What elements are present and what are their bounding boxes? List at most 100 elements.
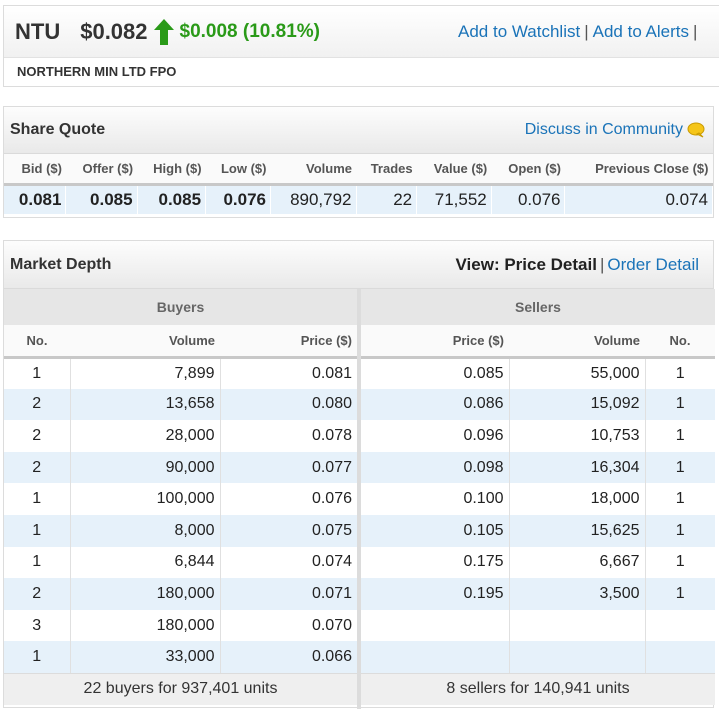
quote-header-row: Bid ($) Offer ($) High ($) Low ($) Volum… xyxy=(4,154,713,186)
table-cell: 0.080 xyxy=(220,388,357,421)
low-value: 0.076 xyxy=(205,184,271,214)
table-cell: 1 xyxy=(645,483,715,515)
volume-value: 890,792 xyxy=(270,184,357,214)
col-offer: Offer ($) xyxy=(65,154,138,186)
view-separator: | xyxy=(599,255,605,274)
price-bar: NTU $0.082 $0.008 (10.81%) Add to Watchl… xyxy=(4,6,719,58)
stock-header: NTU $0.082 $0.008 (10.81%) Add to Watchl… xyxy=(3,5,719,87)
table-cell: 1 xyxy=(645,357,715,389)
table-cell xyxy=(361,609,510,642)
ticker-symbol: NTU xyxy=(15,18,61,44)
buyers-rows: 1 7,899 0.081 2 13,658 0.080 2 28,000 0.078 2 90,0… xyxy=(4,357,357,673)
col-previous-close: Previous Close ($) xyxy=(564,154,713,186)
buyers-summary: 22 buyers for 937,401 units xyxy=(4,672,357,705)
up-arrow-icon xyxy=(153,18,174,45)
table-cell: 1 xyxy=(4,357,71,389)
table-cell xyxy=(509,641,646,673)
col-volume: Volume xyxy=(270,154,357,186)
table-cell: 6,667 xyxy=(509,546,646,579)
buyers-header-row: No. Volume Price ($) xyxy=(4,325,357,359)
table-row: 0.105 15,625 1 xyxy=(361,514,715,547)
table-cell: 0.195 xyxy=(361,578,510,610)
table-row xyxy=(361,641,715,673)
table-cell: 3 xyxy=(4,609,71,642)
sellers-title: Sellers xyxy=(361,289,715,325)
sellers-section: Sellers Price ($) Volume No. 0.085 55,000… xyxy=(361,289,715,705)
table-cell: 0.076 xyxy=(220,483,357,515)
view-switcher: View: Price Detail | Order Detail xyxy=(456,255,699,275)
table-cell: 28,000 xyxy=(70,420,221,452)
table-row: 0.096 10,753 1 xyxy=(361,420,715,452)
table-cell: 0.175 xyxy=(361,546,510,579)
table-cell: 1 xyxy=(645,546,715,579)
link-separator: | xyxy=(693,22,698,41)
col-high: High ($) xyxy=(137,154,206,186)
table-cell: 0.105 xyxy=(361,514,510,547)
buyers-section: Buyers No. Volume Price ($) 1 7,899 0.081 2… xyxy=(4,289,357,705)
offer-value: 0.085 xyxy=(65,184,138,214)
sellers-col-price: Price ($) xyxy=(361,325,509,359)
view-price-detail: View: Price Detail xyxy=(455,255,597,274)
speech-bubble-icon xyxy=(687,122,705,138)
table-cell xyxy=(645,641,715,673)
table-cell: 2 xyxy=(4,451,71,484)
table-cell: 180,000 xyxy=(70,609,221,642)
table-cell: 6,844 xyxy=(70,546,221,579)
share-quote-panel: Share Quote Discuss in Community Bid ($)… xyxy=(3,106,714,218)
quote-values-row: 0.081 0.085 0.085 0.076 890,792 22 71,55… xyxy=(4,184,713,214)
table-cell: 0.070 xyxy=(220,609,357,642)
table-cell: 0.086 xyxy=(361,388,510,421)
buyers-col-volume: Volume xyxy=(70,325,220,359)
add-to-watchlist-link[interactable]: Add to Watchlist xyxy=(458,22,580,41)
table-cell: 15,625 xyxy=(509,514,646,547)
table-row: 1 100,000 0.076 xyxy=(4,483,357,515)
col-trades: Trades xyxy=(356,154,417,186)
table-cell: 0.098 xyxy=(361,451,510,484)
table-cell: 1 xyxy=(645,514,715,547)
sellers-rows: 0.085 55,000 1 0.086 15,092 1 0.096 10,753 1 0.09… xyxy=(361,357,715,673)
table-cell xyxy=(509,609,646,642)
table-cell: 0.066 xyxy=(220,641,357,673)
table-row: 2 13,658 0.080 xyxy=(4,388,357,421)
buyers-col-no: No. xyxy=(4,325,70,359)
table-cell xyxy=(361,641,510,673)
table-cell: 0.077 xyxy=(220,451,357,484)
col-low: Low ($) xyxy=(205,154,271,186)
sellers-table: Price ($) Volume No. 0.085 55,000 1 0.086 15… xyxy=(361,325,715,673)
table-cell: 2 xyxy=(4,388,71,421)
high-value: 0.085 xyxy=(137,184,207,214)
trades-value: 22 xyxy=(356,184,418,214)
table-row: 0.100 18,000 1 xyxy=(361,483,715,515)
table-row: 3 180,000 0.070 xyxy=(4,609,357,642)
table-row xyxy=(361,609,715,642)
table-cell: 0.074 xyxy=(220,546,357,579)
col-value: Value ($) xyxy=(416,154,492,186)
table-cell: 90,000 xyxy=(70,451,221,484)
table-row: 0.085 55,000 1 xyxy=(361,357,715,389)
table-row: 0.175 6,667 1 xyxy=(361,546,715,579)
col-bid: Bid ($) xyxy=(4,154,66,186)
table-cell: 1 xyxy=(645,451,715,484)
table-row: 1 6,844 0.074 xyxy=(4,546,357,579)
table-cell: 0.096 xyxy=(361,420,510,452)
table-cell: 0.100 xyxy=(361,483,510,515)
order-detail-link[interactable]: Order Detail xyxy=(607,255,699,274)
market-depth-header: Market Depth View: Price Detail | Order De… xyxy=(4,241,713,289)
discuss-in-community-link[interactable]: Discuss in Community xyxy=(525,121,705,139)
price-change: $0.008 (10.81%) xyxy=(179,20,321,42)
open-value: 0.076 xyxy=(491,184,566,214)
sellers-summary: 8 sellers for 140,941 units xyxy=(361,672,715,705)
company-name: NORTHERN MIN LTD FPO xyxy=(17,64,177,79)
share-quote-header: Share Quote Discuss in Community xyxy=(4,107,713,154)
last-price: $0.082 xyxy=(80,18,148,44)
table-cell: 0.081 xyxy=(220,357,357,389)
table-cell: 8,000 xyxy=(70,514,221,547)
table-cell: 1 xyxy=(4,514,71,547)
table-cell: 2 xyxy=(4,578,71,610)
table-cell: 1 xyxy=(4,483,71,515)
previous-close-value: 0.074 xyxy=(564,184,713,214)
table-cell: 18,000 xyxy=(509,483,646,515)
sellers-header-row: Price ($) Volume No. xyxy=(361,325,715,359)
table-cell: 1 xyxy=(645,388,715,421)
add-to-alerts-link[interactable]: Add to Alerts xyxy=(593,22,689,41)
